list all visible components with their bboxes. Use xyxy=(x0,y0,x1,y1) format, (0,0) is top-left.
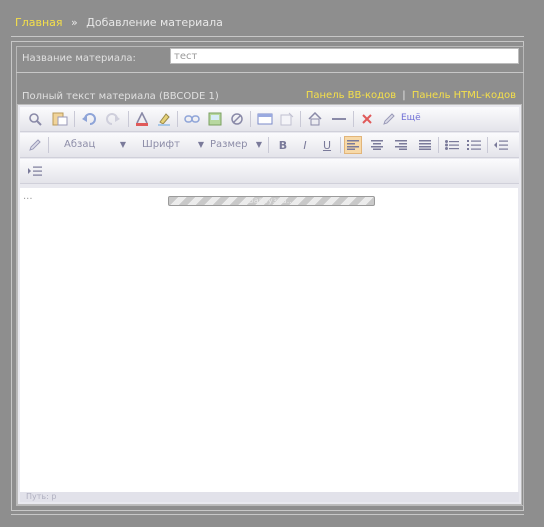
loading-progress-bar: Загрузка... xyxy=(168,196,375,206)
toolbar-separator xyxy=(438,137,439,153)
format-select-value: Абзац xyxy=(64,139,96,150)
toolbar-separator xyxy=(250,111,251,127)
toolbar-separator xyxy=(300,111,301,127)
panel-bb-link[interactable]: Панель BB-кодов xyxy=(306,90,396,101)
font-select[interactable]: Шрифт ▼ xyxy=(138,137,206,152)
loading-label: Загрузка... xyxy=(248,196,295,205)
align-right-icon[interactable] xyxy=(392,136,410,154)
breadcrumb-current: Добавление материала xyxy=(86,16,223,29)
rich-text-editor: Ещё Абзац ▼ Шрифт ▼ Размер ▼ B I U ... З… xyxy=(17,104,522,505)
numbered-list-icon[interactable] xyxy=(465,136,483,154)
insert-icon[interactable] xyxy=(278,110,296,128)
toolbar-separator xyxy=(353,111,354,127)
font-select-value: Шрифт xyxy=(142,139,180,150)
underline-button[interactable]: U xyxy=(318,136,336,154)
remove-format-icon[interactable] xyxy=(358,110,376,128)
horizontal-rule-icon[interactable] xyxy=(330,110,348,128)
align-left-icon[interactable] xyxy=(344,136,362,154)
image-icon[interactable] xyxy=(206,110,224,128)
size-select-value: Размер xyxy=(210,139,248,150)
redo-icon[interactable] xyxy=(104,110,122,128)
table-icon[interactable] xyxy=(256,110,274,128)
italic-button[interactable]: I xyxy=(296,136,314,154)
breadcrumb-separator: » xyxy=(71,16,78,29)
toolbar-separator xyxy=(74,111,75,127)
breadcrumb: Главная » Добавление материала xyxy=(15,16,223,29)
name-input[interactable] xyxy=(170,48,519,64)
chevron-down-icon: ▼ xyxy=(119,140,126,149)
toolbar-separator xyxy=(48,137,49,153)
home-icon[interactable] xyxy=(306,110,324,128)
bold-button[interactable]: B xyxy=(274,136,292,154)
toolbar-row-2: Абзац ▼ Шрифт ▼ Размер ▼ B I U xyxy=(20,133,519,158)
panel-links: Панель BB-кодов | Панель HTML-кодов xyxy=(306,90,516,101)
edit-icon[interactable] xyxy=(26,136,44,154)
indent-icon[interactable] xyxy=(26,162,44,180)
name-label: Название материала: xyxy=(22,53,136,64)
toolbar-separator xyxy=(128,111,129,127)
chevron-down-icon: ▼ xyxy=(197,140,204,149)
edit-icon[interactable] xyxy=(380,110,398,128)
link-icon[interactable] xyxy=(183,110,201,128)
field-divider xyxy=(16,72,524,73)
align-justify-icon[interactable] xyxy=(416,136,434,154)
paste-icon[interactable] xyxy=(51,110,69,128)
toolbar-row-3 xyxy=(20,159,519,184)
toolbar-separator xyxy=(268,137,269,153)
panel-links-separator: | xyxy=(402,90,406,101)
size-select[interactable]: Размер ▼ xyxy=(206,137,264,152)
format-select[interactable]: Абзац ▼ xyxy=(60,137,128,152)
editor-content: ... xyxy=(23,191,33,202)
outdent-icon[interactable] xyxy=(492,136,510,154)
toolbar-separator xyxy=(177,111,178,127)
highlight-icon[interactable] xyxy=(155,110,173,128)
special-char-icon[interactable] xyxy=(228,110,246,128)
panel-html-link[interactable]: Панель HTML-кодов xyxy=(412,90,516,101)
align-center-icon[interactable] xyxy=(368,136,386,154)
full-text-label: Полный текст материала (BBCODE 1) xyxy=(22,91,219,102)
editor-content-area[interactable]: ... Загрузка... xyxy=(20,188,518,493)
text-color-icon[interactable] xyxy=(133,110,151,128)
search-icon[interactable] xyxy=(26,110,44,128)
undo-icon[interactable] xyxy=(80,110,98,128)
divider-bottom xyxy=(11,514,524,515)
toolbar-row-1: Ещё xyxy=(20,107,519,132)
chevron-down-icon: ▼ xyxy=(255,140,262,149)
divider xyxy=(11,36,524,37)
bullet-list-icon[interactable] xyxy=(443,136,461,154)
more-label[interactable]: Ещё xyxy=(401,113,421,123)
toolbar-separator xyxy=(340,137,341,153)
editor-status-bar: Путь: p xyxy=(20,492,519,502)
toolbar-separator xyxy=(487,137,488,153)
breadcrumb-home-link[interactable]: Главная xyxy=(15,16,63,29)
